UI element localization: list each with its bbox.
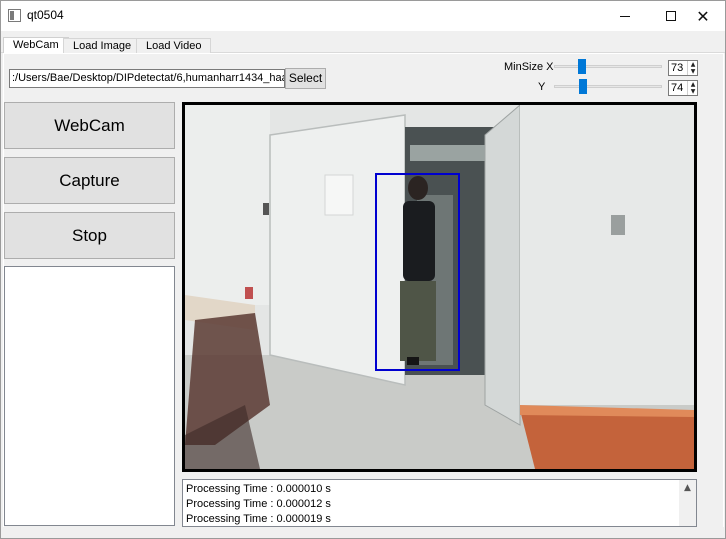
spin-down-icon[interactable]: ▼	[689, 68, 697, 75]
spin-down-icon[interactable]: ▼	[689, 88, 697, 95]
slider-track	[554, 65, 662, 68]
processing-log[interactable]: Processing Time : 0.000010 s Processing …	[182, 479, 697, 527]
video-display	[182, 102, 697, 472]
log-line: Processing Time : 0.000012 s	[186, 498, 331, 510]
slider-thumb[interactable]	[578, 59, 586, 74]
minsize-y-slider[interactable]	[554, 79, 662, 95]
log-line: Processing Time : 0.000010 s	[186, 483, 331, 495]
minsize-y-spinbox[interactable]: 74 ▲ ▼	[668, 80, 698, 96]
app-window: qt0504 ✕ WebCam Load Image Load Video :/…	[0, 0, 726, 539]
spin-arrows: ▲ ▼	[687, 81, 697, 95]
slider-thumb[interactable]	[579, 79, 587, 94]
tab-bar: WebCam Load Image Load Video	[1, 37, 725, 54]
capture-button[interactable]: Capture	[4, 157, 175, 204]
status-strip	[1, 527, 725, 538]
minimize-button[interactable]	[602, 1, 648, 31]
webcam-frame-image	[185, 105, 694, 469]
app-icon	[8, 9, 21, 22]
minsize-y-value[interactable]: 74	[671, 82, 683, 94]
minsize-y-label: Y	[538, 81, 546, 93]
minsize-x-slider[interactable]	[554, 59, 662, 75]
spin-arrows: ▲ ▼	[687, 61, 697, 75]
slider-track	[554, 85, 662, 88]
title-bar[interactable]: qt0504 ✕	[1, 1, 725, 31]
close-icon: ✕	[696, 6, 710, 26]
result-list[interactable]	[4, 266, 175, 526]
minimize-icon	[620, 15, 630, 17]
tab-webcam[interactable]: WebCam	[3, 37, 69, 54]
log-line: Processing Time : 0.000019 s	[186, 513, 331, 525]
tab-load-image[interactable]: Load Image	[63, 38, 142, 54]
minsize-x-label: MinSize X	[504, 61, 554, 73]
close-button[interactable]: ✕	[681, 1, 725, 31]
webcam-button[interactable]: WebCam	[4, 102, 175, 149]
scroll-up-icon[interactable]: ▲	[679, 480, 696, 497]
maximize-icon	[666, 11, 676, 21]
spin-up-icon[interactable]: ▲	[689, 61, 697, 68]
window-title: qt0504	[27, 8, 64, 22]
scrollbar-track[interactable]	[679, 497, 696, 526]
tab-load-video[interactable]: Load Video	[136, 38, 212, 54]
minsize-x-value[interactable]: 73	[671, 62, 683, 74]
select-button[interactable]: Select	[285, 68, 326, 89]
spin-up-icon[interactable]: ▲	[689, 81, 697, 88]
minsize-x-spinbox[interactable]: 73 ▲ ▼	[668, 60, 698, 76]
stop-button[interactable]: Stop	[4, 212, 175, 259]
cascade-path-input[interactable]: :/Users/Bae/Desktop/DIPdetectat/6,humanh…	[9, 69, 285, 88]
